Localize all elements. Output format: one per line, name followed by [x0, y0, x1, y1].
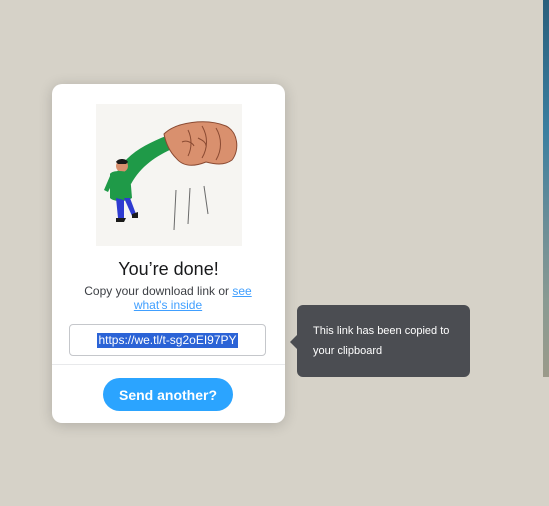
dialog-divider	[52, 364, 285, 365]
tooltip-message: This link has been copied to your clipbo…	[313, 325, 450, 357]
transfer-complete-dialog: You’re done! Copy your download link or …	[52, 84, 285, 423]
hand-dropping-person-illustration-icon	[96, 104, 242, 246]
dialog-title: You’re done!	[118, 259, 219, 279]
send-another-button[interactable]: Send another?	[103, 378, 233, 411]
download-link-field[interactable]: https://we.tl/t-sg2oEI97PY	[69, 324, 266, 356]
download-link-text[interactable]: https://we.tl/t-sg2oEI97PY	[97, 332, 238, 348]
dialog-subtitle: Copy your download link or see what's in…	[78, 284, 258, 312]
copied-tooltip: This link has been copied to your clipbo…	[290, 305, 470, 377]
background-image-edge	[543, 0, 549, 377]
subtitle-text: Copy your download link or	[84, 284, 230, 298]
